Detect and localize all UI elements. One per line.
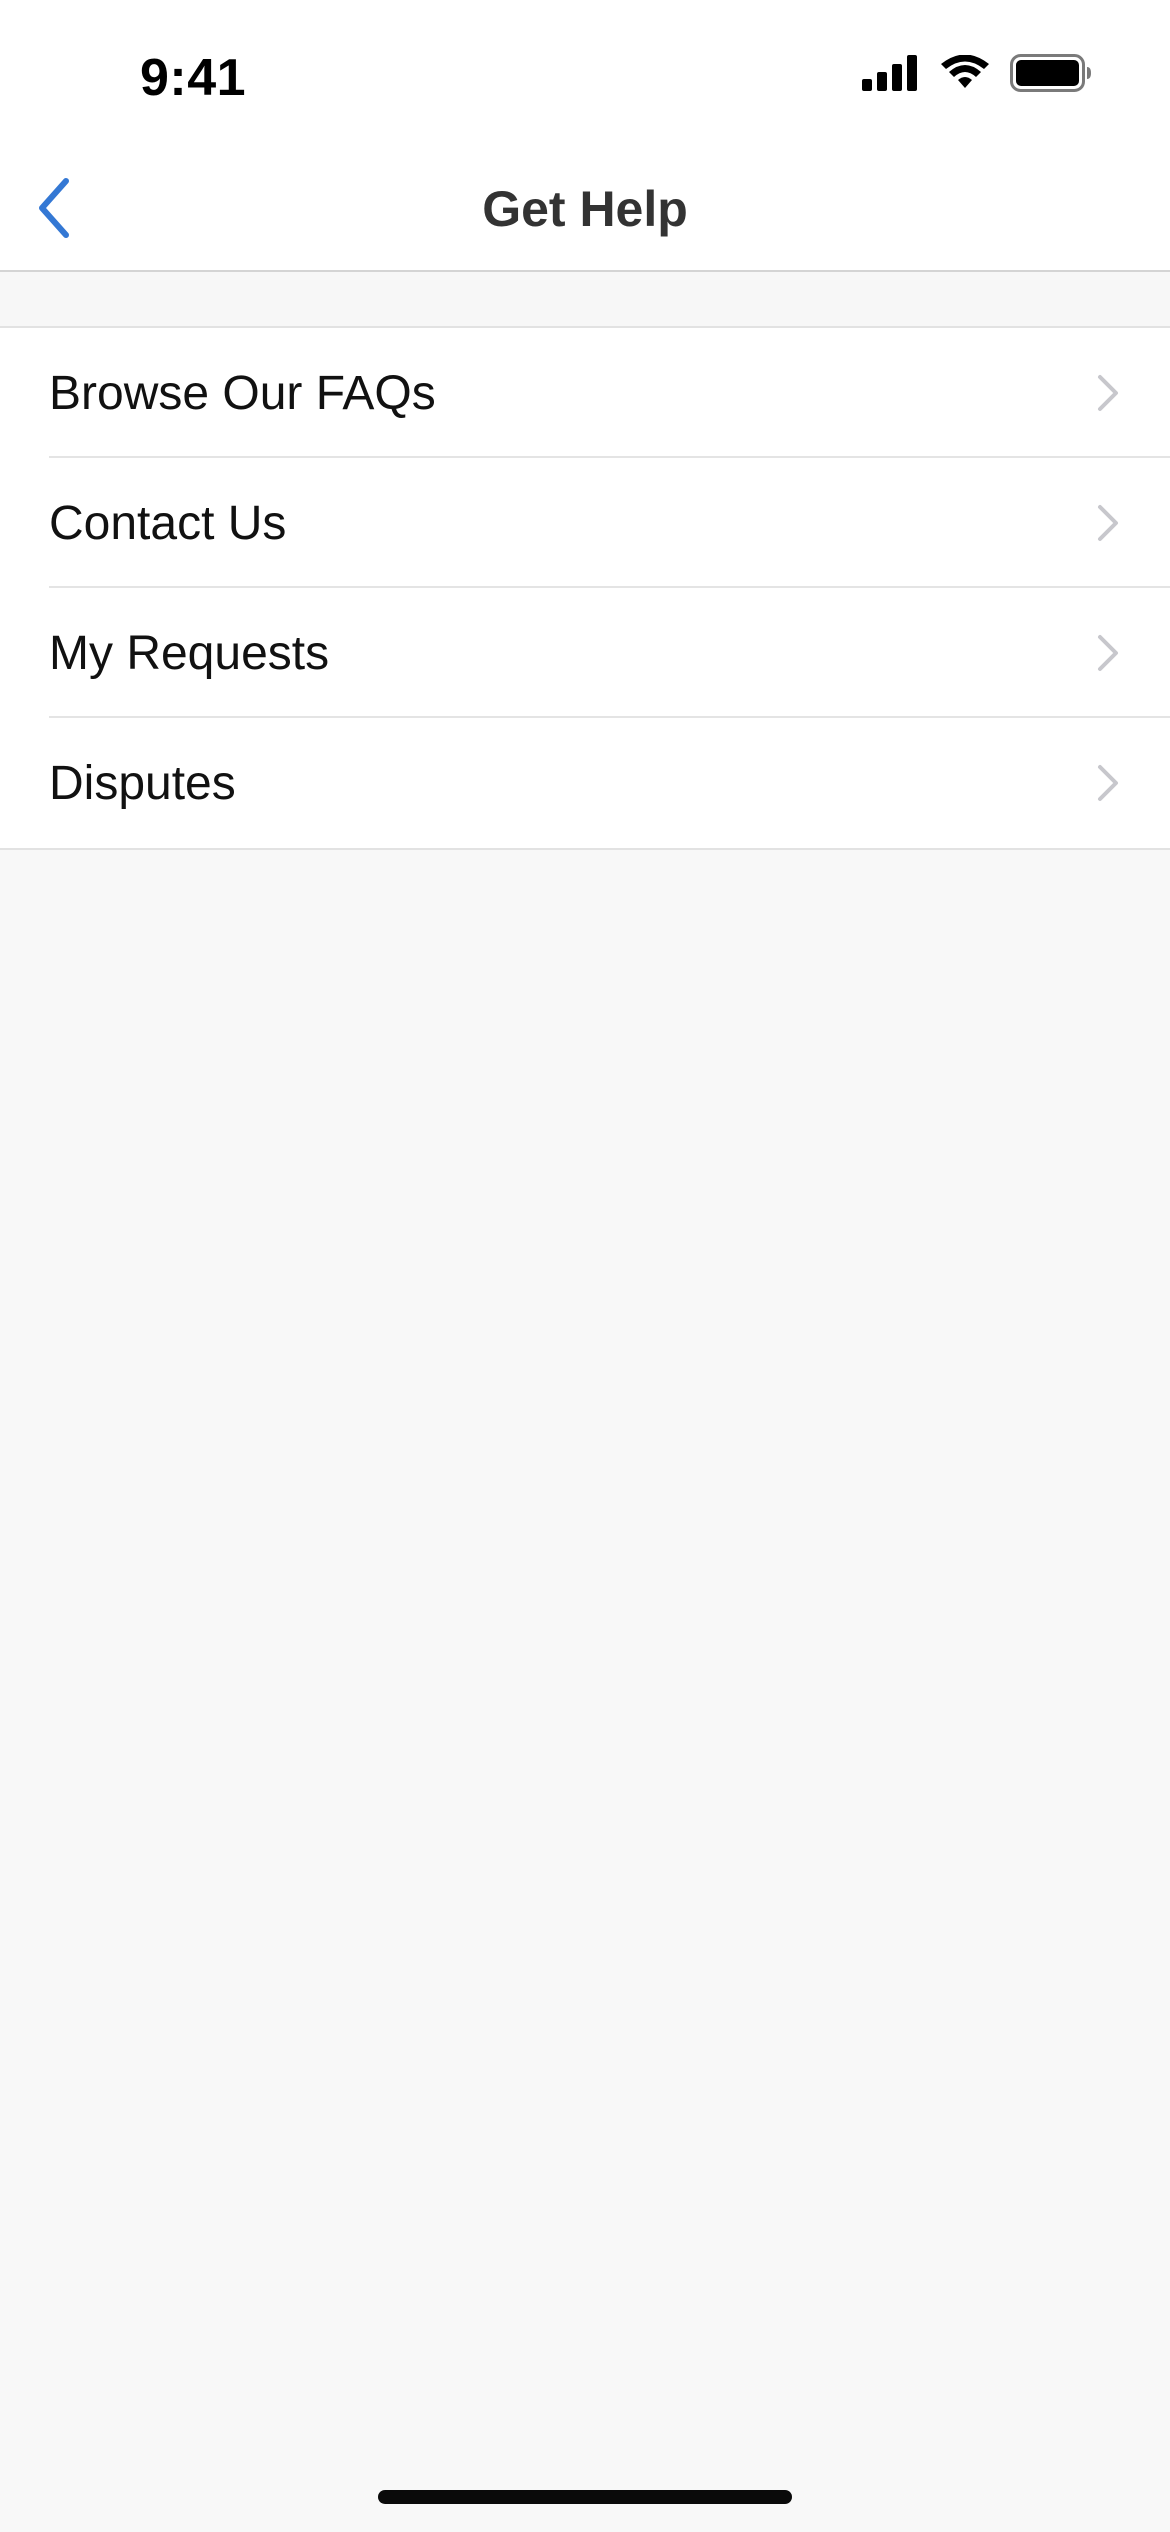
help-menu-list: Browse Our FAQs Contact Us My Requests D… — [0, 326, 1170, 850]
page-title: Get Help — [482, 181, 688, 237]
menu-item-disputes[interactable]: Disputes — [0, 718, 1170, 848]
wifi-icon — [941, 55, 989, 88]
status-icons — [862, 54, 1092, 92]
menu-item-label: My Requests — [49, 626, 330, 680]
navigation-bar: Get Help — [0, 150, 1170, 272]
menu-item-label: Disputes — [49, 756, 236, 810]
menu-item-label: Contact Us — [49, 496, 287, 550]
chevron-right-icon — [1098, 505, 1118, 541]
home-indicator[interactable] — [378, 2490, 792, 2504]
section-spacer — [0, 272, 1170, 326]
chevron-right-icon — [1098, 375, 1118, 411]
chevron-right-icon — [1098, 635, 1118, 671]
battery-icon — [1010, 54, 1091, 92]
status-bar: 9:41 — [0, 0, 1170, 150]
menu-item-contact-us[interactable]: Contact Us — [0, 458, 1170, 588]
menu-item-my-requests[interactable]: My Requests — [0, 588, 1170, 718]
cellular-signal-icon — [862, 55, 917, 91]
status-time: 9:41 — [140, 49, 247, 107]
chevron-right-icon — [1098, 765, 1118, 801]
menu-item-browse-faqs[interactable]: Browse Our FAQs — [0, 328, 1170, 458]
menu-item-label: Browse Our FAQs — [49, 366, 436, 420]
